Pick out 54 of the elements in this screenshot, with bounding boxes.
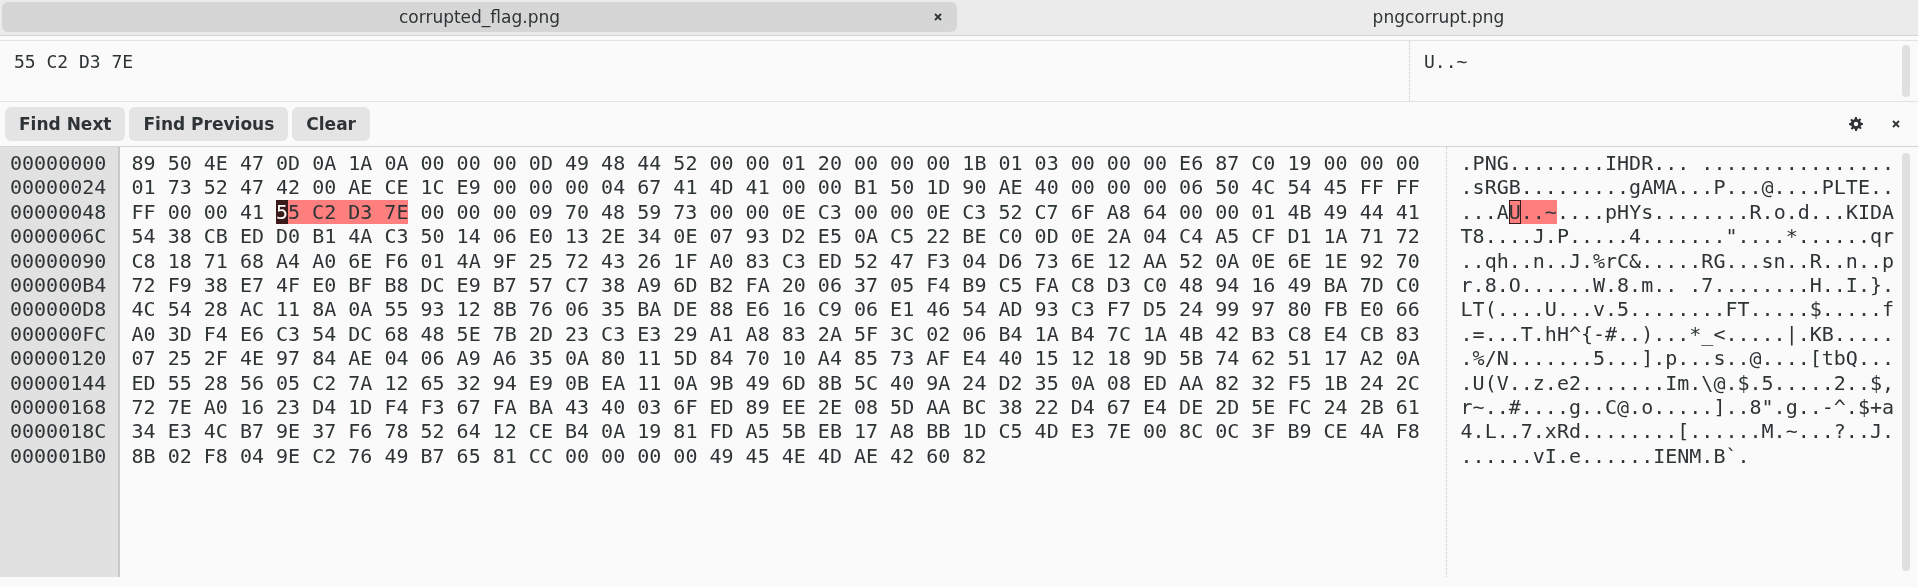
hex-bytes: 07 25 2F 4E 97 84 AE 04 06 A9 A6 35 0A 80 11 5D 84 70 10 A4 85 73 AF E4 40 15 12 18 9D 5B 74 62 51 17 A2 0A — [131, 346, 1420, 371]
settings-icon[interactable] — [1849, 117, 1863, 131]
offset-label: 00000144 — [10, 370, 107, 395]
hex-bytes: 4C 54 28 AC 11 8A 0A 55 93 12 8B 76 06 35 BA DE 88 E6 16 C9 06 E1 46 54 AD 93 C3 F7 D5 24 99 97 80 FB E0 66 — [131, 297, 1420, 322]
close-icon[interactable] — [1891, 119, 1901, 129]
hex-bytes: 01 73 52 47 42 00 AE CE 1C E9 00 00 00 04 67 41 4D 41 00 00 B1 50 1D 90 AE 40 00 00 00 06 50 4C 54 45 FF FF — [131, 175, 1420, 200]
highlighted-bytes: 55 C2 D3 7E — [275, 199, 409, 225]
ascii-text: .=...T.hH^{-#..)...*_<.....|.KB..... — [1460, 321, 1895, 347]
hex-bytes: A0 3D F4 E6 C3 54 DC 68 48 5E 7B 2D 23 C3 E3 29 A1 A8 83 2A 5F 3C 02 06 B4 1A B4 7C 1A 4B 42 B3 C8 E4 CB 83 — [131, 321, 1420, 347]
offset-label: 0000018C — [10, 419, 107, 444]
hex-bytes: 54 38 CB ED D0 B1 4A C3 50 14 06 E0 13 2E 34 0E 07 93 D2 E5 0A C5 22 BE C0 0D 0E 2A 04 C4 A5 CF D1 1A 71 72 — [131, 224, 1420, 249]
offset-label: 000000B4 — [10, 272, 107, 298]
ascii-text: LT(....U...v.5........FT.....$.....f — [1460, 297, 1895, 322]
ascii-text: ..qh..n..J.%rC&.....RG...sn..R..n..p — [1460, 248, 1895, 273]
close-icon[interactable] — [933, 12, 943, 22]
offset-label: 0000006C — [10, 224, 107, 249]
offset-label: 00000048 — [10, 199, 107, 225]
ascii-text: .PNG........IHDR... ................ — [1460, 151, 1895, 176]
offset-label: 000001B0 — [10, 443, 107, 469]
scrollbar[interactable] — [1902, 45, 1910, 97]
hex-bytes: C8 18 71 68 A4 A0 6E F6 01 4A 9F 25 72 43 26 1F A0 83 C3 ED 52 47 F3 04 D6 73 6E 12 AA 52 0A 0E 6E 1E 92 70 — [131, 248, 1420, 273]
ascii-text: 4.L..7.xRd........[......M.~...?..J. — [1460, 419, 1895, 444]
offset-label: 00000168 — [10, 394, 107, 420]
hex-bytes: 72 F9 38 E7 4F E0 BF B8 DC E9 B7 57 C7 38 A9 6D B2 FA 20 06 37 05 F4 B9 C5 FA C8 D3 C0 48 94 16 49 BA 7D C0 — [131, 272, 1420, 298]
ascii-text: r.8.O......W.8.m.. .7........H..I.}. — [1460, 272, 1895, 298]
ascii-text: .%/N.......5...].p...s..@....[tbQ... — [1460, 346, 1895, 371]
text-search-field[interactable]: U..~ — [1410, 41, 1894, 101]
ascii-text: ...A — [1460, 199, 1509, 225]
ascii-text: ......vI.e......IENM.B`. — [1460, 443, 1750, 469]
file-tab[interactable]: pngcorrupt.png — [961, 2, 1916, 32]
file-tab[interactable]: corrupted_flag.png — [2, 2, 957, 32]
offset-label: 00000000 — [10, 151, 107, 176]
offset-label: 00000120 — [10, 346, 107, 371]
hex-bytes: 00 00 00 09 70 48 59 73 00 00 0E C3 00 00 0E C3 52 C7 6F A8 64 00 00 01 4B 49 44 41 — [420, 199, 1420, 225]
hex-bytes: FF 00 00 41 — [131, 199, 264, 225]
search-button[interactable]: Find Previous — [129, 107, 289, 141]
search-button[interactable]: Find Next — [5, 107, 126, 141]
ascii-text: T8....J.P.....4......."....*......qr — [1460, 224, 1895, 249]
hex-bytes: 72 7E A0 16 23 D4 1D F4 F3 67 FA BA 43 40 03 6F ED 89 EE 2E 08 5D AA BC 38 22 D4 67 E4 DE 2D 5E FC 24 2B 61 — [131, 394, 1420, 420]
search-button[interactable]: Clear — [292, 107, 370, 141]
offset-label: 00000090 — [10, 248, 107, 273]
ascii-text: .U(V..z.e2.......Im.\@.$.5.....2..$, — [1460, 370, 1895, 395]
hex-bytes: 89 50 4E 47 0D 0A 1A 0A 00 00 00 0D 49 48 44 52 00 00 01 20 00 00 00 1B 01 03 00 00 00 E6 87 C0 19 00 00 00 — [131, 151, 1420, 176]
ascii-text: .sRGB.........gAMA...P...@....PLTE.. — [1460, 175, 1895, 200]
hex-search-field[interactable]: 55 C2 D3 7E — [0, 41, 1410, 101]
offset-label: 000000D8 — [10, 297, 107, 322]
offset-label: 000000FC — [10, 321, 107, 347]
hex-bytes: ED 55 28 56 05 C2 7A 12 65 32 94 E9 0B EA 11 0A 9B 49 6D 8B 5C 40 9A 24 D2 35 0A 08 ED AA 82 32 F5 1B 24 2C — [131, 370, 1420, 395]
scrollbar[interactable] — [1902, 153, 1910, 571]
ascii-text: r~..#....g..C@.o.....]..8".g..-^.$+a — [1460, 394, 1895, 420]
offset-label: 00000024 — [10, 175, 107, 200]
hex-bytes: 34 E3 4C B7 9E 37 F6 78 52 64 12 CE B4 0A 19 81 FD A5 5B EB 17 A8 BB 1D C5 4D E3 7E 00 8C 0C 3F B9 CE 4A F8 — [131, 419, 1420, 444]
ascii-text: ....pHYs........R.o.d...KIDA — [1556, 199, 1895, 225]
hex-bytes: 8B 02 F8 04 9E C2 76 49 B7 65 81 CC 00 00 00 00 49 45 4E 4D AE 42 60 82 — [131, 443, 987, 469]
